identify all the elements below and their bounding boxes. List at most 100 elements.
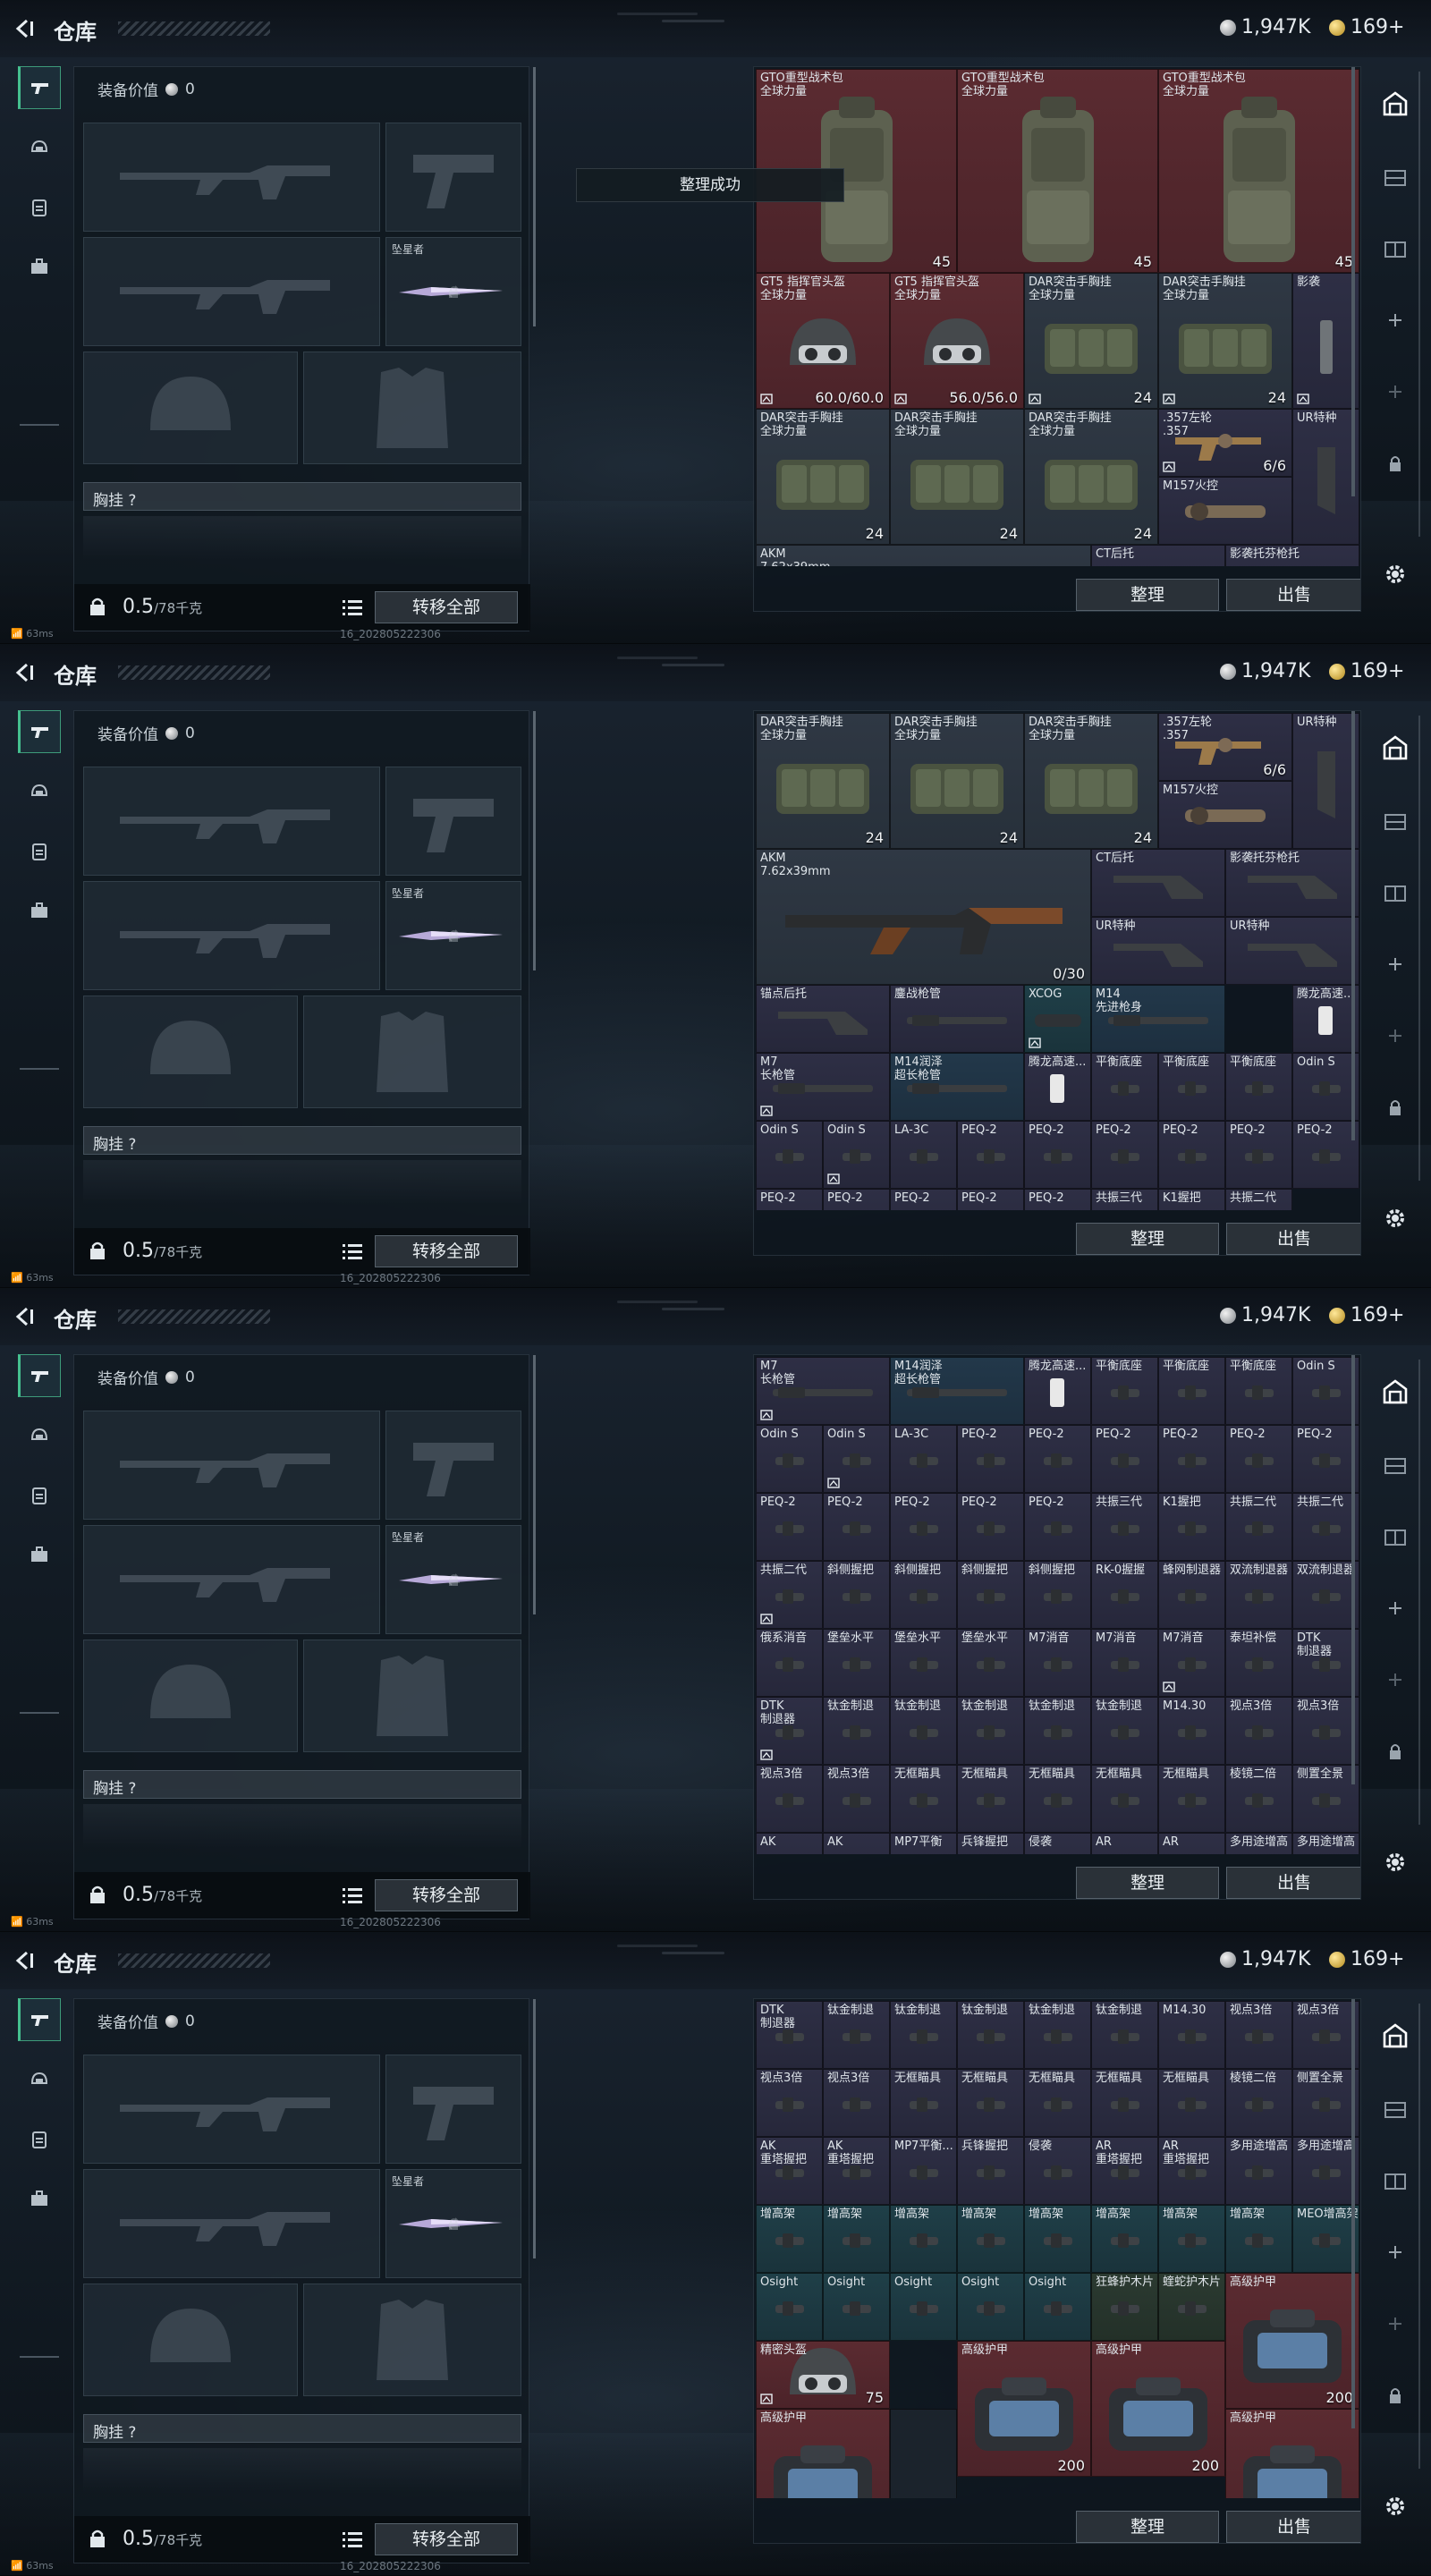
storage-tab-3[interactable] [1377,875,1413,911]
inventory-item[interactable]: 无框瞄具 [1024,2069,1091,2137]
inventory-item[interactable]: 增高架 [957,2205,1024,2273]
inventory-item[interactable]: 平衡底座 [1158,1357,1225,1425]
inventory-item[interactable]: PEQ-2 [890,1493,957,1561]
inventory-item[interactable]: 增高架 [1024,2205,1091,2273]
inventory-item[interactable]: PEQ-2 [890,1189,957,1210]
add-storage-button-2[interactable] [1377,1662,1413,1698]
storage-scrollbar[interactable] [1351,711,1355,1140]
inventory-item[interactable]: 钛金制退 [823,2001,890,2069]
back-arrow-icon[interactable] [14,662,36,683]
inventory-item[interactable]: PEQ-2 [957,1425,1024,1493]
gold-currency[interactable]: 169+ [1329,1948,1404,1970]
inventory-item[interactable]: DTK 制退器 [756,2001,823,2069]
inventory-item[interactable]: 影袭 [1292,273,1359,409]
back-arrow-icon[interactable] [14,1950,36,1971]
inventory-item[interactable]: UR特种 [1225,917,1359,985]
tab-weapons[interactable] [18,1354,61,1397]
inventory-item[interactable]: DAR突击手胸挂 全球力量 24 [890,409,1024,545]
inventory-item[interactable]: AK [823,1833,890,1854]
inventory-item[interactable]: AK 重塔握把 [823,2137,890,2205]
inventory-item[interactable]: M7消音 [1158,1629,1225,1697]
inventory-item[interactable]: 钛金制退 [957,2001,1024,2069]
gold-currency[interactable]: 169+ [1329,16,1404,38]
loadout-scrollbar[interactable] [533,1355,536,1614]
transfer-all-button[interactable]: 转移全部 [375,591,518,623]
settings-button[interactable] [1377,1844,1413,1880]
inventory-item[interactable]: 双流制退器 [1225,1561,1292,1629]
storage-tab-2[interactable] [1377,803,1413,839]
inventory-item[interactable]: CT后托 [1091,545,1225,566]
melee-slot[interactable]: 坠星者 [385,237,521,346]
inventory-item[interactable]: Odin S [823,1425,890,1493]
melee-slot[interactable]: 坠星者 [385,1525,521,1634]
chest-rig-header[interactable]: 胸挂 ? [83,1770,521,1799]
inventory-item[interactable]: DTK 制退器 [1292,1629,1359,1697]
inventory-item[interactable]: UR特种 [1091,917,1225,985]
list-icon[interactable] [343,598,362,616]
list-icon[interactable] [343,1886,362,1904]
inventory-item[interactable]: 棱镜二倍 [1225,2069,1292,2137]
storage-tab-2[interactable] [1377,2091,1413,2127]
tab-rig[interactable] [18,830,61,873]
tab-armor[interactable] [18,2059,61,2102]
inventory-item[interactable]: 增高架 [823,2205,890,2273]
inventory-item[interactable]: AR 重塔握把 [1091,2137,1158,2205]
inventory-item[interactable]: 视点3倍 [823,1765,890,1833]
inventory-item[interactable]: 堡垒水平 [957,1629,1024,1697]
add-storage-button[interactable] [1377,1590,1413,1626]
inventory-item[interactable]: AK [756,1833,823,1854]
tab-bag[interactable] [18,245,61,288]
sell-button[interactable]: 出售 [1226,1867,1360,1899]
inventory-item[interactable]: PEQ-2 [1091,1425,1158,1493]
inventory-item[interactable]: 狂蜂护木片 [1091,2273,1158,2341]
locked-tab[interactable] [1377,1733,1413,1769]
inventory-item[interactable]: 共振二代 [1225,1493,1292,1561]
inventory-item[interactable]: 平衡底座 [1225,1357,1292,1425]
tab-bag[interactable] [18,889,61,932]
inventory-item[interactable]: PEQ-2 [957,1493,1024,1561]
inventory-item[interactable]: 泰坦补偿 [1225,1629,1292,1697]
inventory-item[interactable]: DAR突击手胸挂 全球力量 24 [1024,273,1158,409]
helmet-slot[interactable] [83,352,298,464]
inventory-item[interactable]: 双流制退器 [1292,1561,1359,1629]
melee-slot[interactable]: 坠星者 [385,2169,521,2278]
transfer-all-button[interactable]: 转移全部 [375,1235,518,1267]
transfer-all-button[interactable]: 转移全部 [375,2523,518,2555]
loadout-scrollbar[interactable] [533,711,536,970]
inventory-item[interactable]: 锚点后托 [756,985,890,1053]
armor-slot[interactable] [303,1640,521,1752]
storage-tab-2[interactable] [1377,1447,1413,1483]
warehouse-tab[interactable] [1377,86,1413,122]
storage-scrollbar[interactable] [1351,67,1355,496]
inventory-item[interactable]: 增高架 [1225,2205,1292,2273]
inventory-item[interactable]: LA-3C [890,1121,957,1189]
inventory-item[interactable]: GTO重型战术包 全球力量 45 [1158,69,1359,273]
secondary-weapon-slot[interactable] [83,881,380,990]
armor-slot[interactable] [303,352,521,464]
inventory-item[interactable]: PEQ-2 [823,1189,890,1210]
settings-button[interactable] [1377,556,1413,592]
sell-button[interactable]: 出售 [1226,579,1360,611]
inventory-item[interactable]: 侧置全景 [1292,1765,1359,1833]
loadout-scrollbar[interactable] [533,1999,536,2258]
inventory-item[interactable]: 高级护甲 200 [1225,2273,1359,2409]
inventory-item[interactable]: 棱镜二倍 [1225,1765,1292,1833]
inventory-item[interactable]: 兵锋握把 [957,2137,1024,2205]
helmet-slot[interactable] [83,996,298,1108]
inventory-item[interactable]: 多用途增高 [1292,1833,1359,1854]
inventory-item[interactable]: 腾龙高速... [1024,1357,1091,1425]
inventory-item[interactable]: 无框瞄具 [1091,2069,1158,2137]
inventory-item[interactable]: 视点3倍 [1225,1697,1292,1765]
inventory-item[interactable]: XCOG [1024,985,1091,1053]
chest-rig-slot[interactable] [83,2448,521,2493]
inventory-item[interactable]: 蜂网制退器 [1158,1561,1225,1629]
inventory-item[interactable]: Osight [823,2273,890,2341]
inventory-item[interactable]: PEQ-2 [1091,1121,1158,1189]
inventory-item[interactable]: 平衡底座 [1158,1053,1225,1121]
inventory-item[interactable]: 无框瞄具 [957,1765,1024,1833]
inventory-item[interactable]: DTK 制退器 [756,1697,823,1765]
gold-currency[interactable]: 169+ [1329,1304,1404,1326]
inventory-item[interactable]: 视点3倍 [1292,1697,1359,1765]
loadout-scrollbar[interactable] [533,67,536,326]
tab-rig[interactable] [18,186,61,229]
